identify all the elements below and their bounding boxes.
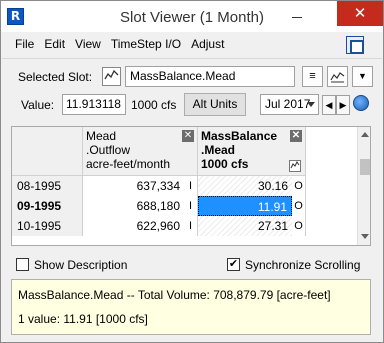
sync-scrolling-checkbox[interactable]: ✔	[227, 258, 240, 271]
next-date-button[interactable]: ▶	[336, 95, 350, 115]
row-date: 08-1995	[12, 176, 83, 196]
table-row: 10-1995 622,960 I 27.31 O	[12, 216, 360, 236]
checkmark-icon: ✔	[228, 258, 239, 270]
close-button[interactable]: ✕	[337, 1, 383, 26]
column-header-line: .Mead	[201, 143, 236, 157]
plot-button[interactable]	[327, 66, 348, 87]
plot-icon	[330, 72, 345, 83]
list-view-button[interactable]: ≡	[302, 66, 323, 87]
info-panel: MassBalance.Mead -- Total Volume: 708,87…	[11, 279, 371, 335]
selected-value-text: 1 value: 11.91 [1000 cfs]	[18, 312, 148, 326]
selected-cell-massbalance-mead[interactable]: 11.91	[198, 196, 292, 216]
menu-edit[interactable]: Edit	[39, 36, 70, 54]
scroll-thumb[interactable]	[360, 159, 370, 175]
more-options-button[interactable]: ▼	[352, 66, 373, 87]
cell-flag: O	[292, 216, 306, 236]
close-column-icon[interactable]: ✕	[290, 130, 302, 142]
menu-adjust[interactable]: Adjust	[186, 36, 229, 54]
cell-mead-outflow[interactable]: 688,180	[83, 196, 184, 216]
chart-slot-icon	[289, 160, 301, 172]
selected-slot-label: Selected Slot:	[18, 70, 93, 84]
chevron-down-icon	[307, 102, 315, 107]
vertical-scrollbar[interactable]	[357, 127, 370, 245]
cell-flag: I	[184, 216, 198, 236]
column-header-line: .Outflow	[86, 143, 131, 157]
slot-table: Mead .Outflow acre-feet/month ✕ MassBala…	[11, 126, 371, 246]
value-field[interactable]: 11.913118	[62, 94, 126, 115]
menu-divider	[2, 58, 382, 59]
column-header-massbalance-mead[interactable]: MassBalance .Mead 1000 cfs ✕	[198, 127, 306, 176]
sync-scrolling-label: Synchronize Scrolling	[245, 258, 361, 272]
menu-view[interactable]: View	[70, 36, 106, 54]
cell-flag: I	[184, 176, 198, 196]
value-label: Value:	[21, 98, 55, 112]
table-row: 08-1995 637,334 I 30.16 O	[12, 176, 360, 196]
show-description-label: Show Description	[34, 258, 128, 272]
menu-bar: File Edit View TimeStep I/O Adjust	[9, 36, 229, 54]
column-header-line: Mead	[86, 129, 117, 143]
scroll-down-icon[interactable]	[361, 234, 369, 239]
chart-slot-icon	[102, 67, 121, 86]
table-row: 09-1995 688,180 I 11.91 O	[12, 196, 360, 216]
minimize-button[interactable]	[282, 5, 312, 27]
cell-flag: O	[292, 196, 306, 216]
total-volume-text: MassBalance.Mead -- Total Volume: 708,87…	[18, 288, 331, 302]
scroll-up-icon[interactable]	[361, 132, 369, 137]
cell-massbalance-mead[interactable]: 27.31	[198, 216, 292, 236]
cell-mead-outflow[interactable]: 637,334	[83, 176, 184, 196]
table-corner	[12, 127, 83, 176]
cell-flag: O	[292, 176, 306, 196]
chevron-down-icon: ▼	[358, 71, 367, 81]
column-header-line: MassBalance	[201, 129, 278, 143]
title-bar: R Slot Viewer (1 Month) ✕	[1, 1, 383, 32]
selected-slot-field[interactable]: MassBalance.Mead	[125, 66, 295, 87]
slot-viewer-window: R Slot Viewer (1 Month) ✕ File Edit View…	[0, 0, 384, 343]
close-column-icon[interactable]: ✕	[182, 130, 194, 142]
column-header-mead-outflow[interactable]: Mead .Outflow acre-feet/month ✕	[83, 127, 198, 176]
value-unit: 1000 cfs	[131, 98, 177, 112]
alt-units-button[interactable]: Alt Units	[184, 93, 246, 116]
column-header-line: 1000 cfs	[201, 157, 249, 171]
arrow-right-icon: ▶	[339, 100, 347, 110]
column-header-line: acre-feet/month	[86, 157, 171, 171]
arrow-left-icon: ◀	[325, 100, 333, 110]
show-description-checkbox[interactable]	[16, 258, 29, 271]
cell-massbalance-mead[interactable]: 30.16	[198, 176, 292, 196]
list-icon: ≡	[309, 70, 316, 82]
row-date: 09-1995	[12, 196, 83, 216]
previous-date-button[interactable]: ◀	[322, 95, 336, 115]
globe-icon[interactable]	[353, 95, 369, 111]
date-select[interactable]: Jul 2017	[260, 94, 319, 115]
window-restore-icon[interactable]	[346, 36, 364, 54]
menu-timestep-io[interactable]: TimeStep I/O	[106, 36, 186, 54]
menu-file[interactable]: File	[9, 36, 39, 54]
row-date: 10-1995	[12, 216, 83, 236]
cell-mead-outflow[interactable]: 622,960	[83, 216, 184, 236]
window-title: Slot Viewer (1 Month)	[120, 9, 264, 26]
cell-flag: I	[184, 196, 198, 216]
date-value: Jul 2017	[265, 97, 311, 111]
